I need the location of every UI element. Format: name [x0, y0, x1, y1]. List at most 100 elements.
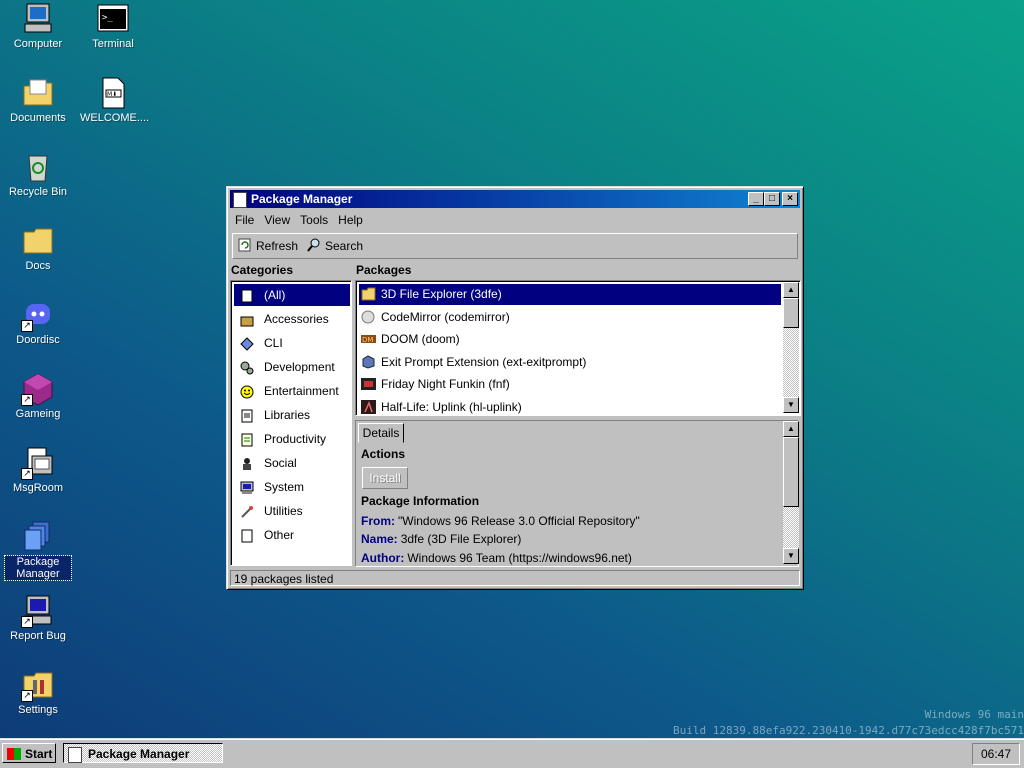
desktop-icon-settings[interactable]: ↗ Settings [3, 668, 73, 716]
category-system[interactable]: System [234, 476, 350, 498]
refresh-button[interactable]: Refresh [236, 238, 298, 254]
scroll-down-button[interactable]: ▼ [783, 548, 799, 564]
svg-text:DM: DM [362, 336, 373, 344]
scroll-thumb[interactable] [783, 437, 799, 507]
search-label: Search [325, 239, 364, 253]
maximize-button[interactable]: □ [764, 192, 780, 206]
shortcut-arrow-icon: ↗ [21, 468, 33, 480]
taskbar-item-label: Package Manager [88, 747, 190, 761]
start-button[interactable]: Start [2, 743, 56, 763]
package-item-doom[interactable]: DM DOOM (doom) [359, 329, 781, 350]
category-utilities[interactable]: Utilities [234, 500, 350, 522]
package-label: Exit Prompt Extension (ext-exitprompt) [381, 355, 587, 369]
search-button[interactable]: Search [305, 238, 363, 254]
taskbar-item-package-manager[interactable]: Package Manager [63, 743, 223, 763]
category-cli[interactable]: CLI [234, 332, 350, 354]
desktop-icon-report-bug[interactable]: ↗ Report Bug [3, 594, 73, 642]
info-author: Author: Windows 96 Team (https://windows9… [361, 551, 632, 565]
category-other[interactable]: Other [234, 524, 350, 546]
package-label: Friday Night Funkin (fnf) [381, 377, 510, 391]
details-scrollbar[interactable]: ▲ ▼ [783, 421, 799, 564]
category-libraries[interactable]: Libraries [234, 404, 350, 426]
accessories-icon [240, 312, 254, 327]
package-item-fnf[interactable]: Friday Night Funkin (fnf) [359, 374, 781, 395]
desktop-icon-label: WELCOME.... [80, 112, 150, 124]
categories-list: (All) Accessories CLI Development Entert… [230, 280, 352, 566]
minimize-button[interactable]: _ [748, 192, 764, 206]
category-label: Entertainment [264, 384, 339, 398]
scroll-up-button[interactable]: ▲ [783, 421, 799, 437]
from-value: "Windows 96 Release 3.0 Official Reposit… [398, 514, 640, 528]
package-item-hl-uplink[interactable]: Half-Life: Uplink (hl-uplink) [359, 397, 781, 418]
desktop-icon-package-manager[interactable]: Package Manager [3, 520, 73, 581]
half-life-icon [361, 400, 376, 414]
package-manager-icon [21, 520, 55, 554]
desktop-icon-terminal[interactable]: >_ Terminal [78, 2, 148, 50]
desktop-icon-msgroom[interactable]: ↗ MsgRoom [3, 446, 73, 494]
desktop-icon-docs[interactable]: Docs [3, 224, 73, 272]
desktop-icon-label: Docs [25, 260, 51, 272]
category-label: Productivity [264, 432, 327, 446]
desktop-icon-doordisc[interactable]: ↗ Doordisc [3, 298, 73, 346]
system-icon [240, 480, 254, 494]
refresh-label: Refresh [256, 239, 299, 253]
package-item-codemirror[interactable]: CodeMirror (codemirror) [359, 307, 781, 328]
menu-tools[interactable]: Tools [295, 210, 333, 230]
menu-help[interactable]: Help [333, 210, 368, 230]
libraries-icon [240, 408, 254, 423]
category-label: (All) [264, 288, 286, 302]
app-icon [233, 192, 247, 208]
refresh-icon [238, 238, 252, 252]
other-icon [240, 528, 254, 543]
desktop-icon-welcome[interactable]: M⬇ WELCOME.... [78, 76, 150, 124]
scroll-up-button[interactable]: ▲ [783, 282, 799, 298]
desktop-icon-recycle-bin[interactable]: Recycle Bin [3, 150, 73, 198]
category-label: Development [264, 360, 335, 374]
desktop-icon-label: Gameing [15, 408, 61, 420]
close-button[interactable]: × [782, 192, 798, 206]
category-productivity[interactable]: Productivity [234, 428, 350, 450]
category-social[interactable]: Social [234, 452, 350, 474]
system-tray-clock[interactable]: 06:47 [972, 743, 1020, 765]
folder-icon [361, 287, 376, 301]
category-label: CLI [264, 336, 283, 350]
shortcut-arrow-icon: ↗ [21, 394, 33, 406]
package-label: CodeMirror (codemirror) [381, 310, 510, 324]
desktop-icon-documents[interactable]: Documents [3, 76, 73, 124]
smiley-icon [240, 384, 254, 399]
menu-bar: File View Tools Help [230, 210, 800, 230]
shortcut-arrow-icon: ↗ [21, 690, 33, 702]
package-item-ext-exitprompt[interactable]: Exit Prompt Extension (ext-exitprompt) [359, 352, 781, 373]
category-development[interactable]: Development [234, 356, 350, 378]
fnf-icon [361, 377, 376, 391]
title-bar[interactable]: Package Manager _ □ × [230, 190, 800, 208]
package-item-3dfe[interactable]: 3D File Explorer (3dfe) [359, 284, 781, 305]
desktop-icon-computer[interactable]: Computer [3, 2, 73, 50]
folder-icon [21, 224, 55, 258]
scroll-down-button[interactable]: ▼ [783, 397, 799, 413]
desktop-icon-label: MsgRoom [12, 482, 64, 494]
install-button[interactable]: Install [362, 467, 408, 489]
tab-details[interactable]: Details [358, 423, 404, 443]
category-accessories[interactable]: Accessories [234, 308, 350, 330]
category-label: System [264, 480, 305, 494]
menu-view[interactable]: View [259, 210, 295, 230]
name-label: Name: [361, 532, 398, 546]
doom-icon: DM [361, 332, 376, 346]
packages-list: 3D File Explorer (3dfe) CodeMirror (code… [355, 280, 801, 416]
search-icon [307, 238, 321, 252]
utilities-icon [240, 504, 254, 518]
category-label: Libraries [264, 408, 311, 422]
packages-scrollbar[interactable]: ▲ ▼ [783, 282, 799, 413]
category-all[interactable]: (All) [234, 284, 350, 306]
scroll-thumb[interactable] [783, 298, 799, 328]
category-entertainment[interactable]: Entertainment [234, 380, 350, 402]
terminal-icon: >_ [96, 2, 130, 36]
categories-header: Categories [231, 263, 294, 277]
desktop-icon-gameing[interactable]: ↗ Gameing [3, 372, 73, 420]
productivity-icon [240, 432, 254, 447]
start-label: Start [25, 747, 53, 761]
shortcut-arrow-icon: ↗ [21, 616, 33, 628]
author-label: Author: [361, 551, 405, 565]
menu-file[interactable]: File [230, 210, 259, 230]
